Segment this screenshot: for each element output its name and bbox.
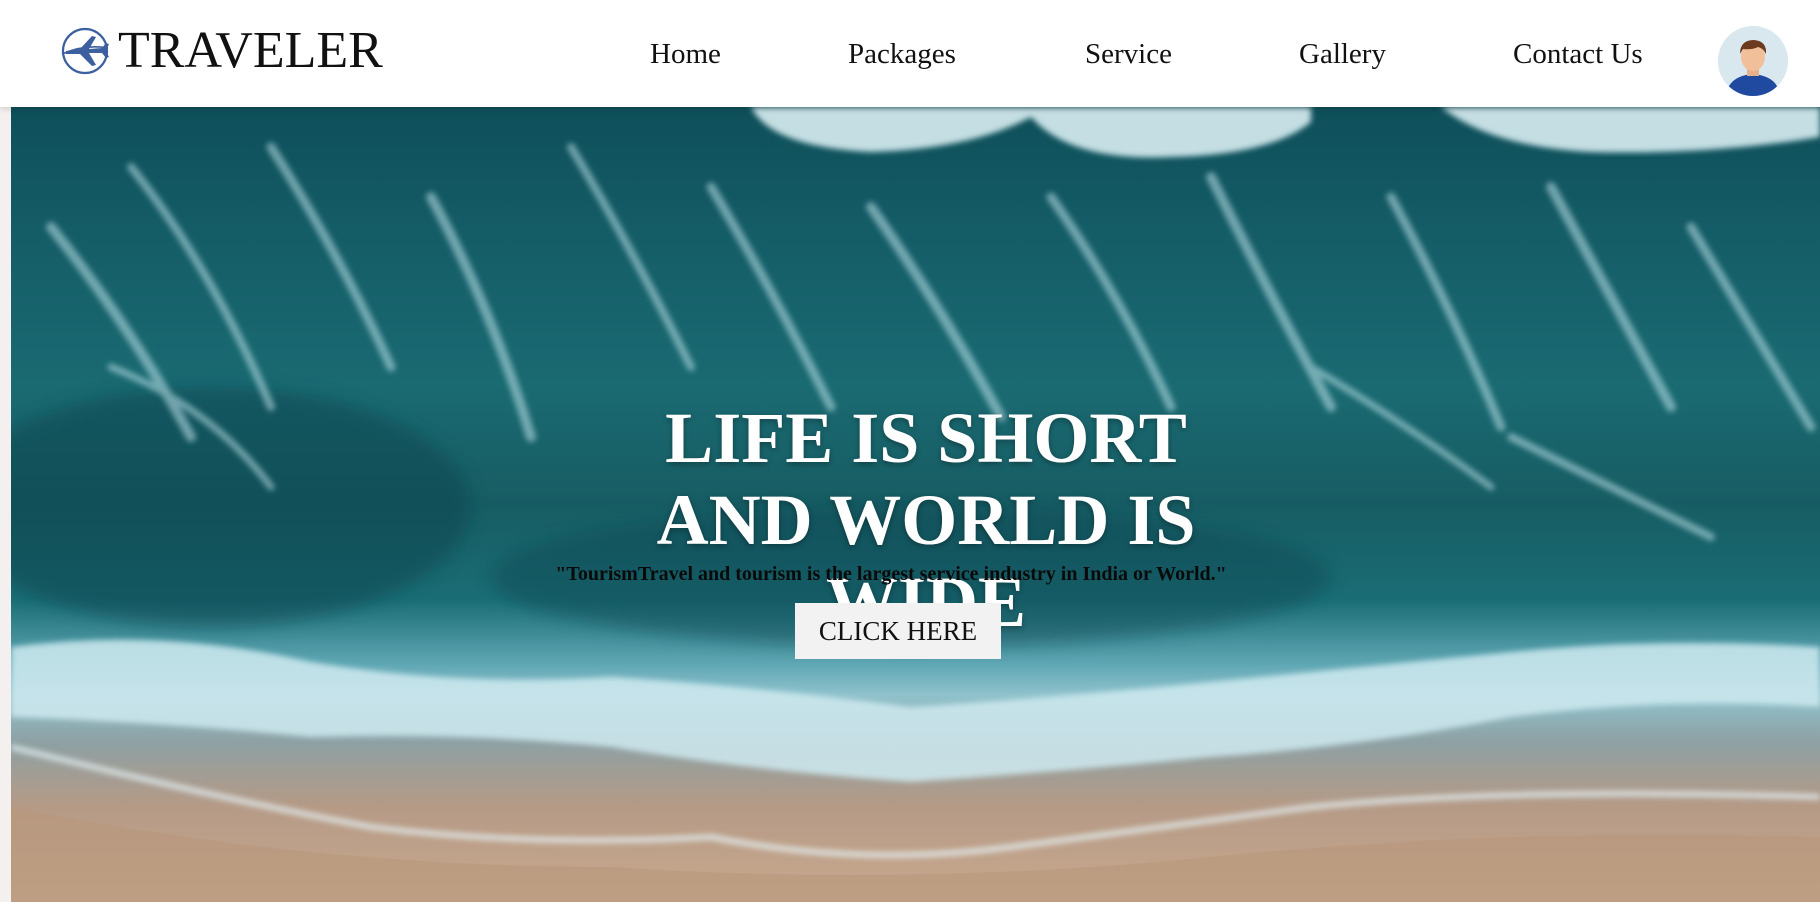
hero-tagline: "TourismTravel and tourism is the larges… xyxy=(555,563,1227,585)
user-avatar-icon xyxy=(1718,26,1788,96)
nav-packages[interactable]: Packages xyxy=(848,38,956,71)
hero-section: LIFE IS SHORT AND WORLD IS WIDE "Tourism… xyxy=(11,107,1820,902)
hero-content: LIFE IS SHORT AND WORLD IS WIDE "Tourism… xyxy=(11,107,1820,902)
nav-home[interactable]: Home xyxy=(650,38,721,71)
top-navbar: TRAVELER Home Packages Service Gallery C… xyxy=(0,0,1820,107)
click-here-button[interactable]: CLICK HERE xyxy=(795,603,1001,659)
left-edge-strip xyxy=(0,107,11,902)
nav-contact-us[interactable]: Contact Us xyxy=(1513,38,1643,71)
nav-gallery[interactable]: Gallery xyxy=(1299,38,1386,71)
main-nav: Home Packages Service Gallery Contact Us xyxy=(0,38,1820,78)
user-avatar[interactable] xyxy=(1718,26,1788,96)
nav-service[interactable]: Service xyxy=(1085,38,1172,71)
